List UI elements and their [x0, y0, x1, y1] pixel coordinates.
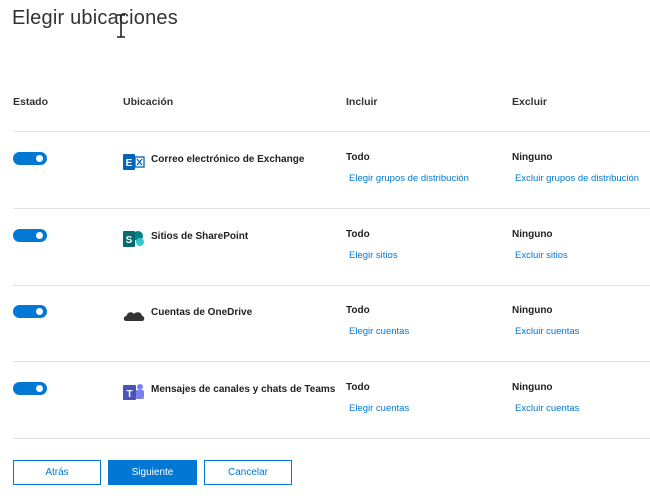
include-link[interactable]: Elegir cuentas [349, 326, 409, 337]
include-value: Todo [346, 229, 370, 240]
divider [13, 131, 650, 132]
toggle-knob [36, 308, 43, 315]
include-link[interactable]: Elegir grupos de distribución [349, 173, 469, 184]
exclude-value: Ninguno [512, 229, 553, 240]
exclude-link[interactable]: Excluir cuentas [515, 326, 579, 337]
status-toggle[interactable] [13, 305, 47, 318]
location-row-sharepoint: S Sitios de SharePoint Todo Elegir sitio… [0, 229, 650, 305]
divider [13, 361, 650, 362]
exclude-value: Ninguno [512, 382, 553, 393]
toggle-knob [36, 155, 43, 162]
column-header-ubicacion: Ubicación [123, 96, 174, 108]
location-row-onedrive: Cuentas de OneDrive Todo Elegir cuentas … [0, 305, 650, 381]
exclude-value: Ninguno [512, 152, 553, 163]
column-header-estado: Estado [13, 96, 49, 108]
exclude-link[interactable]: Excluir grupos de distribución [515, 173, 639, 184]
sharepoint-icon: S [123, 231, 144, 247]
include-value: Todo [346, 382, 370, 393]
location-row-teams: T Mensajes de canales y chats de Teams T… [0, 382, 650, 458]
location-row-exchange: E Correo electrónico de Exchange Todo El… [0, 152, 650, 228]
exchange-icon: E [123, 154, 145, 170]
status-toggle[interactable] [13, 382, 47, 395]
exclude-link[interactable]: Excluir cuentas [515, 403, 579, 414]
location-name: Correo electrónico de Exchange [151, 154, 305, 165]
include-value: Todo [346, 305, 370, 316]
status-toggle[interactable] [13, 152, 47, 165]
svg-text:E: E [126, 158, 133, 169]
status-toggle[interactable] [13, 229, 47, 242]
include-value: Todo [346, 152, 370, 163]
location-name: Sitios de SharePoint [151, 231, 249, 242]
toggle-knob [36, 232, 43, 239]
svg-text:T: T [126, 389, 132, 400]
page-title: Elegir ubicaciones [12, 7, 178, 29]
back-button[interactable]: Atrás [13, 460, 101, 485]
exclude-link[interactable]: Excluir sitios [515, 250, 568, 261]
exclude-value: Ninguno [512, 305, 553, 316]
divider [13, 208, 650, 209]
column-header-incluir: Incluir [346, 96, 378, 108]
next-button[interactable]: Siguiente [108, 460, 197, 485]
divider [13, 438, 650, 439]
onedrive-icon [123, 312, 145, 321]
text-cursor-icon [117, 14, 125, 38]
cancel-button[interactable]: Cancelar [204, 460, 292, 485]
svg-text:S: S [126, 235, 133, 246]
column-header-excluir: Excluir [512, 96, 548, 108]
toggle-knob [36, 385, 43, 392]
divider [13, 285, 650, 286]
include-link[interactable]: Elegir sitios [349, 250, 398, 261]
location-name: Cuentas de OneDrive [151, 307, 253, 318]
teams-icon: T [123, 384, 144, 400]
location-name: Mensajes de canales y chats de Teams [151, 384, 336, 395]
include-link[interactable]: Elegir cuentas [349, 403, 409, 414]
